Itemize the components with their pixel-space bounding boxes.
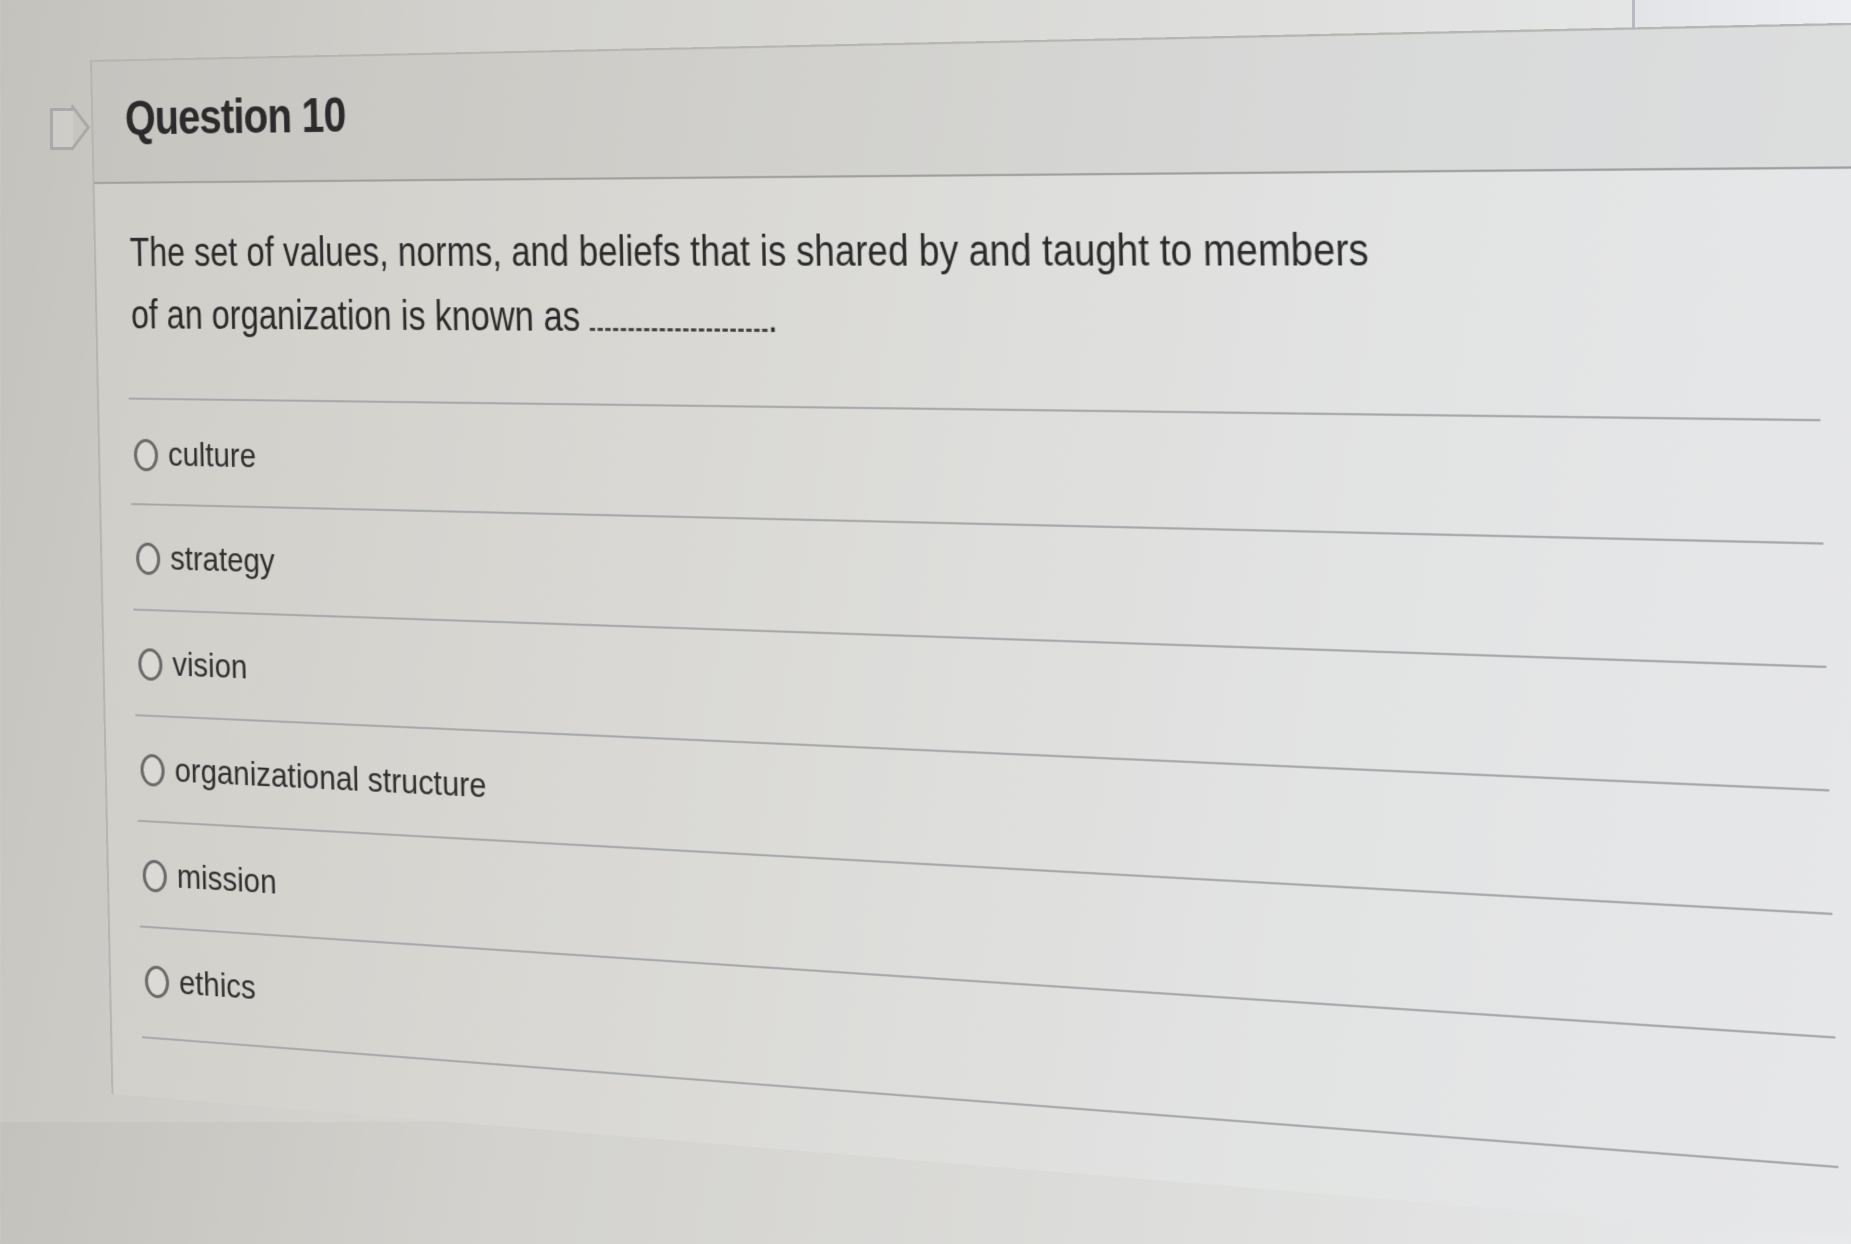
- option-label: ethics: [178, 963, 257, 1008]
- option-label: vision: [172, 645, 248, 687]
- radio-unselected-icon[interactable]: [142, 858, 168, 893]
- divider: [131, 503, 1824, 545]
- option-label: mission: [176, 857, 277, 902]
- option-mission[interactable]: mission: [142, 855, 294, 904]
- option-strategy[interactable]: strategy: [135, 538, 294, 582]
- question-card: Question 10 The set of values, norms, an…: [90, 21, 1851, 1244]
- option-label: culture: [167, 435, 257, 476]
- option-ethics[interactable]: ethics: [144, 961, 270, 1009]
- question-header: Question 10: [92, 24, 1851, 182]
- radio-unselected-icon[interactable]: [135, 541, 161, 575]
- option-vision[interactable]: vision: [138, 644, 261, 688]
- question-end-punctuation: .: [766, 294, 779, 342]
- option-label: organizational structure: [174, 751, 487, 806]
- divider: [128, 397, 1821, 422]
- radio-unselected-icon[interactable]: [133, 438, 159, 471]
- radio-unselected-icon[interactable]: [144, 964, 170, 999]
- divider: [139, 925, 1836, 1039]
- divider: [142, 1036, 1839, 1169]
- question-title: Question 10: [124, 88, 346, 146]
- radio-unselected-icon[interactable]: [140, 753, 165, 787]
- radio-unselected-icon[interactable]: [138, 647, 163, 681]
- question-text-block: The set of values, norms, and beliefs th…: [129, 216, 1390, 356]
- answer-blank: [589, 296, 768, 332]
- option-label: strategy: [169, 539, 276, 581]
- bookmark-icon[interactable]: [50, 108, 73, 150]
- option-culture[interactable]: culture: [133, 435, 273, 477]
- option-organizational-structure[interactable]: organizational structure: [140, 750, 544, 810]
- divider: [133, 608, 1827, 669]
- divider: [137, 819, 1833, 916]
